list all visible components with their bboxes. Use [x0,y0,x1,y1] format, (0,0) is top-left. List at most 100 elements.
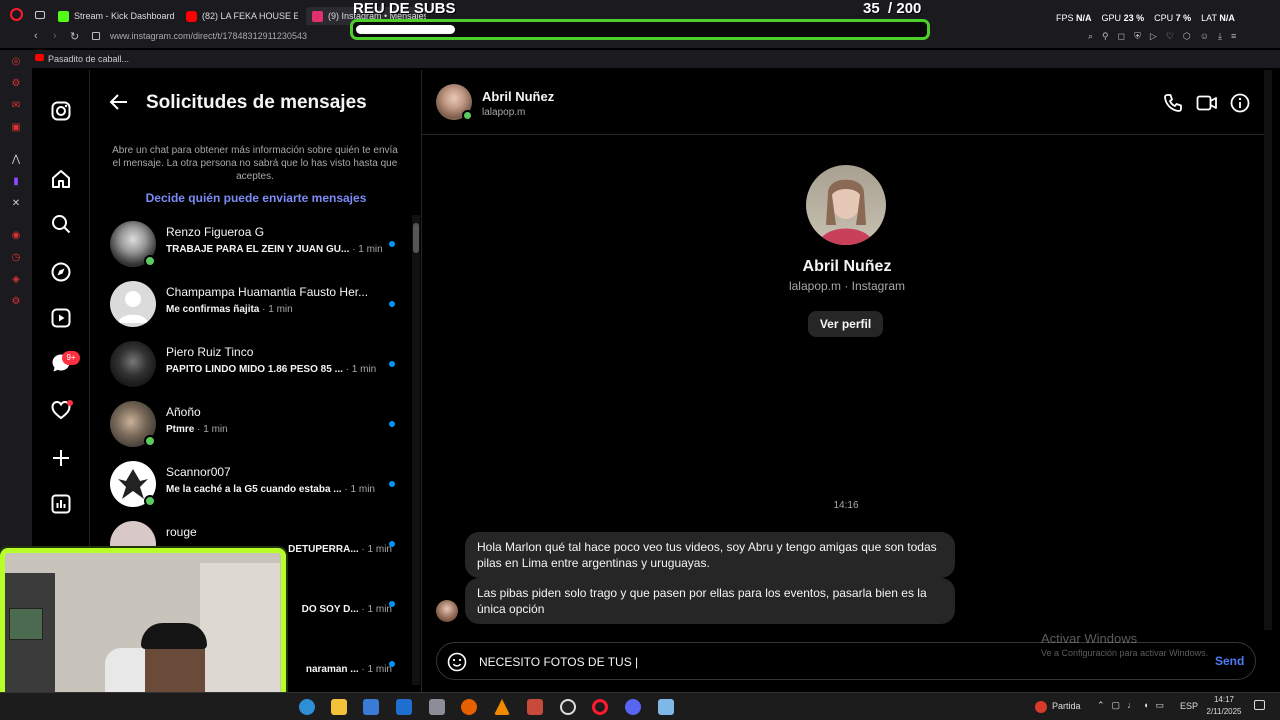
instagram-logo-icon[interactable] [49,99,73,123]
back-arrow-icon[interactable] [109,92,129,117]
firefox-icon[interactable] [461,699,477,715]
sidebar-messenger-icon[interactable]: ✉ [10,100,22,112]
heart-icon[interactable]: ♡ [1166,31,1174,45]
game-status-label[interactable]: Partida [1052,701,1081,711]
create-icon[interactable] [49,446,73,470]
request-item[interactable]: Renzo Figueroa G TRABAJE PARA EL ZEIN Y … [110,215,400,275]
app-icon[interactable] [527,699,543,715]
clock-date[interactable]: 2/11/2025 [1200,707,1248,716]
tab-youtube[interactable]: (82) LA FEKA HOUSE EN [186,7,298,25]
clock-time[interactable]: 14:17 [1200,695,1248,704]
sidebar-pinboard-icon[interactable]: ◈ [10,274,22,286]
request-name: Scannor007 [166,465,231,479]
vlc-icon[interactable] [494,699,510,715]
notifications-heart-icon[interactable] [49,398,73,422]
avatar-placeholder [110,281,156,327]
obs-icon[interactable] [560,699,576,715]
goal-progress-fill [356,25,455,34]
kick-icon [58,10,69,22]
menu-icon[interactable]: ≡ [1231,31,1236,45]
request-preview: Ptmre · 1 min [166,424,228,435]
notepad-icon[interactable] [658,699,674,715]
reels-icon[interactable] [49,306,73,330]
message-bubble[interactable]: Las pibas piden solo trago y que pasen p… [465,578,955,624]
sidebar-twitch-icon[interactable]: ▮ [10,176,22,188]
store-icon[interactable] [363,699,379,715]
emoji-icon[interactable] [447,652,467,677]
dashboard-icon[interactable] [49,492,73,516]
online-indicator [462,110,473,121]
home-icon[interactable] [49,167,73,191]
explore-icon[interactable] [49,260,73,284]
list-scrollbar[interactable] [412,215,420,685]
request-item[interactable]: Scannor007 Me la caché a la G5 cuando es… [110,455,400,515]
bookmark-item[interactable]: Pasadito de caball... [48,54,129,64]
tray-app-icon[interactable]: ▢ [1112,700,1121,711]
file-explorer-icon[interactable] [331,699,347,715]
back-icon[interactable]: ‹ [34,30,38,42]
tab-kick[interactable]: Stream - Kick Dashboard [58,7,176,25]
header-username: lalapop.m [482,107,526,118]
opera-icon[interactable] [592,699,608,715]
sidebar-history-icon[interactable]: ◷ [10,252,22,264]
url-field[interactable]: www.instagram.com/direct/t/1784831291123… [110,31,307,41]
search-icon[interactable] [49,212,73,236]
volume-icon[interactable]: ◖ [1143,700,1148,711]
notifications-icon[interactable] [1254,700,1265,710]
panel-title: Solicitudes de mensajes [146,92,367,113]
message-timestamp: 14:16 [833,500,859,511]
info-icon[interactable] [1230,93,1250,118]
unread-dot [389,421,395,427]
sidebar-player-icon[interactable]: ◉ [10,230,22,242]
header-name[interactable]: Abril Nuñez [482,89,554,104]
shield-icon[interactable]: ⛨ [1134,31,1141,45]
snapshot-icon[interactable]: ◻ [1118,31,1125,45]
outlook-icon[interactable] [396,699,412,715]
request-item[interactable]: Añoño Ptmre · 1 min [110,395,400,455]
chat-scrollbar[interactable] [1264,70,1272,630]
reload-icon[interactable]: ↻ [70,30,79,43]
extensions-icon[interactable]: ⬡ [1183,31,1191,45]
profile-icon[interactable]: ☺ [1200,31,1209,45]
cam-aquarium [9,608,43,640]
phone-call-icon[interactable] [1163,93,1183,118]
message-input[interactable]: NECESITO FOTOS DE TUS | [479,655,638,669]
sidebar-mail-icon[interactable]: ▣ [10,122,22,134]
opera-logo-icon[interactable] [10,8,23,21]
stat-gpu: GPU 23 % [1101,13,1145,23]
sidebar-opera-icon[interactable]: ◎ [10,56,22,68]
app-icon[interactable] [429,699,445,715]
pin-icon[interactable]: ⚲ [1102,31,1109,45]
microphone-icon[interactable]: ♩ [1127,700,1136,711]
scrollbar-thumb[interactable] [413,223,419,253]
network-icon[interactable]: ▭ [1156,700,1165,711]
tab-overview-icon[interactable] [35,11,45,19]
view-profile-button[interactable]: Ver perfil [808,311,883,337]
tray-chevron-icon[interactable]: ⌃ [1097,700,1105,711]
decide-who-link[interactable]: Decide quién puede enviarte mensajes [90,191,421,205]
stat-cpu: CPU 7 % [1154,13,1192,23]
discord-icon[interactable] [625,699,641,715]
sidebar-x-icon[interactable]: ✕ [10,198,22,210]
request-item[interactable]: Piero Ruiz Tinco PAPITO LINDO MIDO 1.86 … [110,335,400,395]
play-icon[interactable]: ▷ [1150,31,1157,45]
request-item[interactable]: Champampa Huamantia Fausto Her... Me con… [110,275,400,335]
sidebar-aria-icon[interactable]: ⚙ [10,78,22,90]
sidebar-settings-icon[interactable]: ⚙ [10,296,22,308]
tray-icons: ⌃ ▢ ♩ ◖ ▭ [1097,700,1175,711]
message-bubble[interactable]: Hola Marlon qué tal hace poco veo tus vi… [465,532,955,578]
watermark-subtitle: Ve a Configuración para activar Windows. [1041,648,1209,658]
goal-title: REU DE SUBS [353,0,456,17]
edge-icon[interactable] [299,699,315,715]
request-name: Piero Ruiz Tinco [166,345,254,359]
request-name: Añoño [166,405,201,419]
download-icon[interactable]: ⤓ [1218,31,1222,45]
video-call-icon[interactable] [1196,93,1218,118]
sidebar-kick-icon[interactable]: ⋀ [10,154,22,166]
language-indicator[interactable]: ESP [1180,701,1198,711]
cam-cap [141,623,207,649]
goal-counter: 35 / 200 [863,0,922,17]
chat-header: Abril Nuñez lalapop.m [422,70,1272,135]
zoom-icon[interactable]: ⌕ [1088,31,1093,45]
forward-icon[interactable]: › [53,30,57,42]
